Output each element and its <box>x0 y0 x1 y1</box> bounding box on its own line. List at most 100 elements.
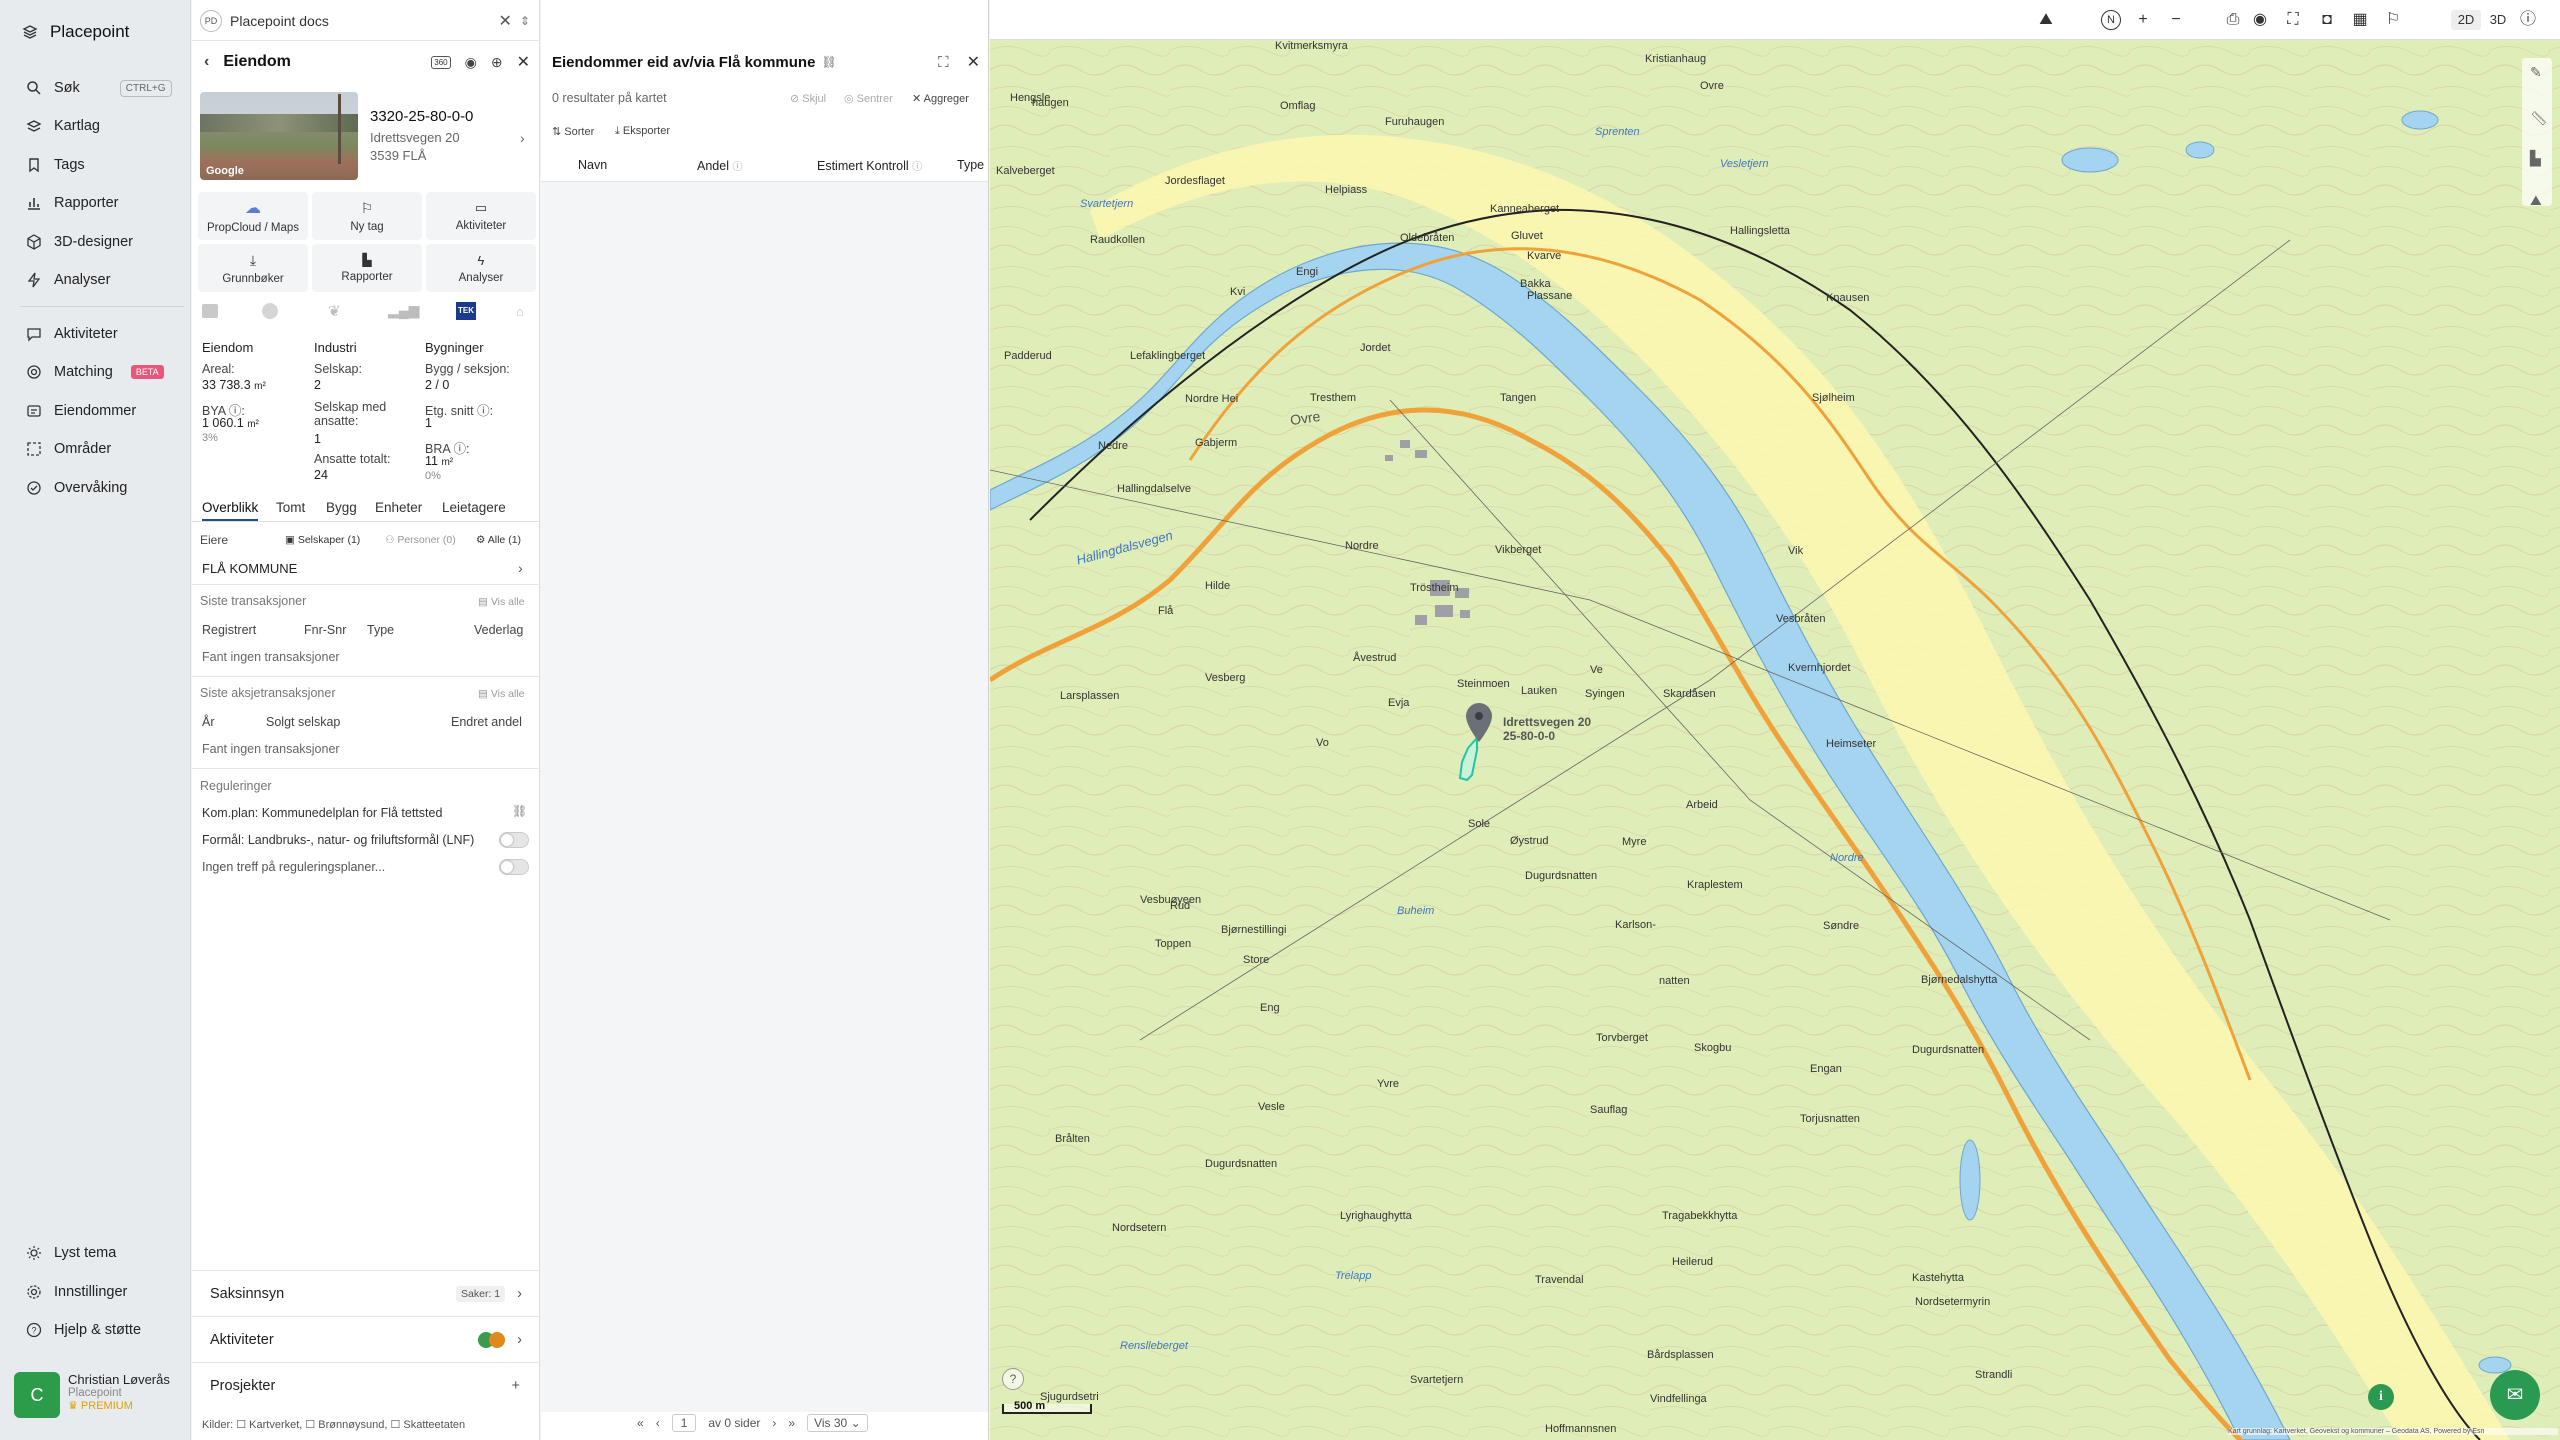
plus-icon[interactable]: + <box>512 1378 520 1394</box>
close-icon[interactable]: ✕ <box>499 11 512 31</box>
register-icon[interactable] <box>202 304 218 318</box>
tab-tomt[interactable]: Tomt <box>276 500 305 515</box>
grid-icon[interactable]: ▦ <box>2350 10 2370 30</box>
new-tag-button[interactable]: ⚐ Ny tag <box>312 192 422 240</box>
fullscreen-icon[interactable]: ⛶ <box>938 54 949 71</box>
bookmark-icon[interactable]: ⚐ <box>2383 10 2403 30</box>
signal-bars-icon[interactable]: ▂▄▆ <box>388 302 419 319</box>
link-icon[interactable]: ⛓ <box>821 55 836 69</box>
zoom-out-icon[interactable]: − <box>2166 10 2186 30</box>
close-icon[interactable]: ✕ <box>967 52 980 72</box>
user-card[interactable]: C Christian Løverås Placepoint ♛ PREMIUM <box>14 1372 184 1426</box>
docs-tab[interactable]: PD Placepoint docs ✕ ⇕ <box>200 6 530 36</box>
compass-icon[interactable]: N <box>2101 10 2121 30</box>
tab-bygg[interactable]: Bygg <box>326 500 357 515</box>
grunnboker-button[interactable]: ⤓ Grunnbøker <box>198 244 308 292</box>
tek-badge[interactable]: TEK <box>456 302 476 320</box>
help-icon[interactable]: ? <box>1002 1368 1024 1390</box>
chevron-right-icon[interactable]: › <box>518 560 523 576</box>
link-label: Vis alle <box>490 688 525 700</box>
purpose-toggle[interactable] <box>499 832 529 848</box>
filter-persons[interactable]: ⚇ Personer (0) <box>385 534 456 546</box>
analyses-button[interactable]: ϟ Analyser <box>426 244 536 292</box>
chart-icon[interactable]: ▙ <box>2530 150 2541 167</box>
col-andel[interactable]: Andel ⓘ <box>697 158 742 173</box>
regulation-toggle[interactable] <box>499 859 529 875</box>
info-icon[interactable]: i <box>2368 1384 2394 1410</box>
add-circle-icon[interactable]: ⊕ <box>491 54 503 71</box>
prev-page-icon[interactable]: ‹ <box>656 1416 660 1430</box>
mode-3d-button[interactable]: 3D <box>2485 10 2511 30</box>
back-arrow-icon[interactable]: ‹ <box>204 53 209 71</box>
nav-item-tags[interactable]: Tags <box>26 153 85 177</box>
mode-2d-button[interactable]: 2D <box>2451 10 2481 30</box>
globe-icon[interactable] <box>262 303 278 319</box>
nav-item-theme[interactable]: Lyst tema <box>26 1241 116 1265</box>
col-estimert-kontroll[interactable]: Estimert Kontroll ⓘ <box>817 158 922 173</box>
nav-item-eiendommer[interactable]: Eiendommer <box>26 399 136 423</box>
chat-icon[interactable]: ✉ <box>2490 1370 2540 1420</box>
view-360-icon[interactable]: 360 <box>431 55 451 69</box>
nav-item-rapporter[interactable]: Rapporter <box>26 191 118 215</box>
nav-item-aktiviteter[interactable]: Aktiviteter <box>26 322 118 346</box>
center-button[interactable]: ◎ Sentrer <box>844 92 893 105</box>
home-icon[interactable]: ⌂ <box>516 304 524 319</box>
filter-companies[interactable]: ▣ Selskaper (1) <box>285 534 360 546</box>
nav-item-omrader[interactable]: Områder <box>26 437 111 461</box>
share-show-all[interactable]: ▤ Vis alle <box>478 688 525 700</box>
expand-updown-icon[interactable]: ⇕ <box>520 14 530 28</box>
info-icon[interactable]: ⓘ <box>2518 10 2538 30</box>
app-brand[interactable]: Placepoint <box>22 22 129 42</box>
hide-button[interactable]: ⊘ Skjul <box>790 92 826 105</box>
aktiviteter-row[interactable]: Aktiviteter › <box>192 1316 540 1362</box>
tab-leietagere[interactable]: Leietagere <box>442 500 506 515</box>
reports-button[interactable]: ▙ Rapporter <box>312 244 422 292</box>
camera-icon[interactable]: ◘ <box>2317 10 2337 30</box>
next-page-icon[interactable]: › <box>772 1416 776 1430</box>
terrain-icon[interactable]: ⛰ <box>2036 10 2056 30</box>
zoom-in-icon[interactable]: + <box>2133 10 2153 30</box>
street-view-photo[interactable]: Google <box>200 92 358 180</box>
page-input[interactable]: 1 <box>671 1414 697 1432</box>
print-icon[interactable]: ⎙ <box>2223 10 2243 30</box>
export-button[interactable]: ⤓ Eksporter <box>615 125 670 138</box>
measure-icon[interactable]: 📏︎ <box>2530 110 2548 127</box>
map-view[interactable]: Idrettsvegen 20 25-80-0-0 Kvitmerksmyra … <box>990 40 2560 1440</box>
tab-enheter[interactable]: Enheter <box>375 500 422 515</box>
nav-item-overvaking[interactable]: Overvåking <box>26 476 127 500</box>
nav-item-search[interactable]: Søk CTRL+G <box>26 76 172 100</box>
profile-icon[interactable]: ⛰ <box>2530 192 2542 209</box>
chevron-right-icon[interactable]: › <box>520 130 525 146</box>
eye-icon[interactable]: ◉ <box>2250 10 2270 30</box>
tab-overblikk[interactable]: Overblikk <box>202 500 259 521</box>
filter-all[interactable]: ⚙ Alle (1) <box>476 534 521 546</box>
last-page-icon[interactable]: » <box>788 1416 795 1430</box>
fullscreen-icon[interactable]: ⛶ <box>2283 10 2303 30</box>
activities-button[interactable]: ▭ Aktiviteter <box>426 192 536 240</box>
nav-item-3d-designer[interactable]: 3D-designer <box>26 230 133 254</box>
plant-icon[interactable]: ❦ <box>328 302 341 320</box>
transactions-show-all[interactable]: ▤ Vis alle <box>478 596 525 608</box>
aggregate-button[interactable]: ✕ Aggreger <box>912 92 969 105</box>
prosjekter-row[interactable]: Prosjekter + <box>192 1362 540 1408</box>
nav-item-matching[interactable]: Matching BETA <box>26 360 164 384</box>
map-label: Renslleberget <box>1120 1340 1188 1352</box>
first-page-icon[interactable]: « <box>637 1416 644 1430</box>
table-body <box>541 182 988 1412</box>
col-navn[interactable]: Navn <box>578 158 607 172</box>
eye-icon[interactable]: ◉ <box>465 54 477 71</box>
sort-button[interactable]: ⇅ Sorter <box>552 125 594 138</box>
col-type[interactable]: Type <box>957 158 984 172</box>
nav-item-settings[interactable]: Innstillinger <box>26 1280 127 1304</box>
nav-item-kartlag[interactable]: Kartlag <box>26 114 100 138</box>
draw-icon[interactable]: ✎ <box>2530 64 2542 81</box>
link-icon[interactable]: ⛓ <box>512 804 527 818</box>
close-icon[interactable]: ✕ <box>517 52 530 72</box>
map-label: Buheim <box>1397 905 1435 917</box>
propcloud-button[interactable]: ☁ PropCloud / Maps <box>198 192 308 240</box>
nav-item-help[interactable]: ? Hjelp & støtte <box>26 1318 141 1342</box>
per-page-select[interactable]: Vis 30 ⌄ <box>807 1414 868 1432</box>
saksinnsyn-row[interactable]: Saksinnsyn Saker: 1 › <box>192 1270 540 1316</box>
nav-item-analyser[interactable]: Analyser <box>26 268 110 292</box>
owner-row[interactable]: FLÅ KOMMUNE <box>202 561 297 576</box>
